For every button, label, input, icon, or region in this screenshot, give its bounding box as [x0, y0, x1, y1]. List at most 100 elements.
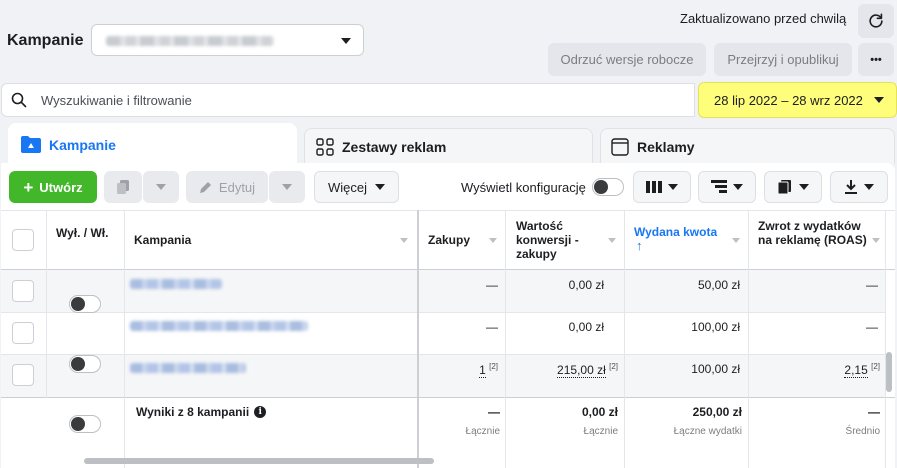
divider	[46, 210, 47, 398]
date-range-label: 28 lip 2022 – 28 wrz 2022	[714, 93, 863, 108]
reports-button[interactable]	[764, 171, 822, 203]
purchases-value: 1	[479, 363, 486, 378]
col-purchases-header[interactable]: Zakupy	[428, 233, 470, 247]
summary-conv-value: 0,00 zł	[581, 405, 618, 419]
reports-icon	[777, 180, 791, 195]
row-checkbox[interactable]	[12, 280, 34, 302]
show-config-toggle[interactable]	[592, 178, 624, 196]
search-placeholder: Wyszukiwanie i filtrowanie	[41, 93, 192, 108]
export-button[interactable]	[830, 171, 888, 203]
edit-button[interactable]: Edytuj	[186, 171, 268, 203]
sort-icon[interactable]	[732, 238, 740, 243]
duplicate-menu-button[interactable]	[143, 171, 179, 203]
divider	[505, 210, 506, 468]
download-icon	[845, 180, 857, 194]
tab-ads[interactable]: Reklamy	[600, 128, 895, 164]
spent-cell: 50,00 zł	[697, 278, 740, 292]
chevron-down-icon	[156, 184, 166, 190]
campaign-toggle[interactable]	[69, 355, 101, 373]
divider	[1, 397, 895, 398]
create-button[interactable]: + Utwórz	[9, 171, 97, 203]
chevron-down-icon	[282, 184, 292, 190]
campaign-select[interactable]	[91, 24, 364, 56]
campaign-name-link[interactable]	[130, 279, 222, 289]
chevron-down-icon	[874, 97, 884, 103]
divider	[624, 210, 625, 468]
duplicate-icon	[117, 180, 129, 194]
refresh-button[interactable]	[858, 4, 894, 38]
edit-button-label: Edytuj	[218, 179, 256, 195]
tab-campaigns[interactable]: Kampanie	[8, 123, 297, 168]
footnote-ref: [2]	[871, 362, 880, 371]
row-checkbox[interactable]	[12, 364, 34, 386]
col-conv-value-header[interactable]: Wartość konwersji - zakupy	[516, 219, 602, 261]
tab-adsets[interactable]: Zestawy reklam	[304, 128, 593, 164]
divider	[1, 312, 885, 313]
columns-button[interactable]	[633, 171, 691, 203]
ad-icon	[611, 138, 629, 156]
sort-icon[interactable]	[872, 238, 880, 243]
more-actions-label: Więcej	[327, 179, 367, 195]
purchases-cell: 1 [2]	[430, 362, 498, 378]
discard-drafts-button[interactable]: Odrzuć wersje robocze	[548, 43, 706, 76]
campaign-name-link[interactable]	[130, 321, 308, 331]
columns-icon	[646, 181, 662, 193]
more-actions-button[interactable]: Więcej	[314, 171, 399, 203]
summary-spent: 250,00 zł	[692, 405, 742, 419]
campaign-name-link[interactable]	[130, 363, 246, 373]
divider	[1, 354, 885, 355]
select-all-checkbox[interactable]	[12, 229, 34, 251]
toggle-knob	[71, 417, 85, 431]
col-campaign-header[interactable]: Kampania	[134, 233, 191, 247]
vertical-scrollbar[interactable]	[886, 352, 892, 392]
conv-value-value: 215,00 zł	[557, 363, 606, 378]
campaign-toggle[interactable]	[69, 415, 101, 433]
duplicate-button[interactable]	[104, 171, 142, 203]
footnote-ref: [2]	[609, 362, 618, 371]
toggle-knob	[594, 180, 608, 194]
more-options-button[interactable]: •••	[858, 43, 894, 76]
breakdown-button[interactable]	[698, 171, 756, 203]
chevron-down-icon	[341, 38, 351, 44]
tab-campaigns-label: Kampanie	[49, 137, 116, 153]
roas-cell: —	[866, 278, 878, 292]
grid-icon	[316, 138, 334, 156]
divider	[885, 210, 886, 468]
col-toggle-header[interactable]: Wył. / Wł.	[56, 226, 116, 240]
edit-menu-button[interactable]	[269, 171, 305, 203]
chevron-down-icon	[375, 184, 385, 190]
summary-roas: —	[868, 405, 880, 419]
divider	[748, 210, 749, 468]
sort-icon[interactable]	[608, 238, 616, 243]
col-spent-header[interactable]: Wydana kwota	[634, 225, 717, 239]
horizontal-scrollbar[interactable]	[84, 458, 434, 464]
campaign-select-value	[106, 36, 274, 46]
roas-cell: 2,15 [2]	[754, 362, 880, 378]
toggle-knob	[71, 297, 85, 311]
roas-cell: —	[866, 320, 878, 334]
toggle-knob	[71, 357, 85, 371]
conv-value-cell: 0,00 zł	[568, 320, 604, 334]
info-icon[interactable]: i	[254, 406, 267, 418]
create-button-label: Utwórz	[39, 179, 83, 195]
campaign-toggle[interactable]	[69, 295, 101, 313]
purchases-cell: —	[486, 278, 498, 292]
chevron-down-icon	[864, 184, 874, 190]
summary-conv-value-sub: Łącznie	[583, 426, 618, 437]
folder-icon	[21, 136, 41, 153]
sort-icon[interactable]	[489, 238, 497, 243]
summary-label-text: Wyniki z 8 kampanii	[136, 405, 250, 419]
page-title: Kampanie	[7, 32, 84, 49]
row-checkbox[interactable]	[12, 322, 34, 344]
tab-ads-label: Reklamy	[637, 139, 695, 155]
review-publish-button[interactable]: Przejrzyj i opublikuj	[714, 43, 852, 76]
footnote-ref: [2]	[489, 362, 498, 371]
chevron-down-icon	[733, 184, 743, 190]
tab-adsets-label: Zestawy reklam	[342, 139, 447, 155]
breakdown-icon	[711, 180, 727, 193]
col-roas-header[interactable]: Zwrot z wydatków na reklamę (ROAS)	[758, 219, 870, 247]
refresh-icon	[869, 13, 883, 28]
chevron-down-icon	[668, 184, 678, 190]
summary-spent-sub: Łączne wydatki	[673, 426, 742, 437]
sort-icon[interactable]	[400, 238, 408, 243]
